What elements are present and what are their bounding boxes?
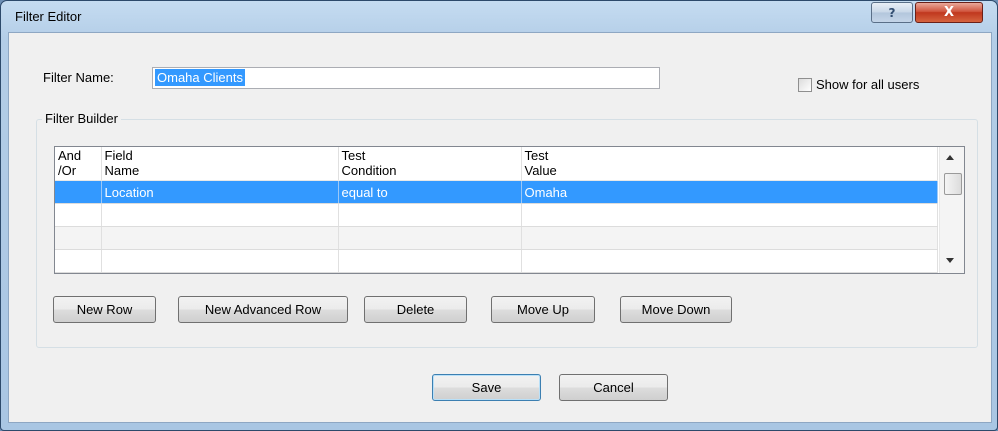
scroll-up-arrow-icon[interactable] <box>946 155 954 160</box>
field-name-cell[interactable] <box>101 226 339 250</box>
delete-button[interactable]: Delete <box>364 296 467 323</box>
column-header-and-or[interactable]: And/Or <box>55 147 102 181</box>
table-row[interactable]: Location equal to Omaha <box>55 180 938 204</box>
title-bar[interactable]: Filter Editor ? X <box>1 1 997 31</box>
test-condition-cell[interactable] <box>338 203 522 227</box>
window-title: Filter Editor <box>15 9 82 24</box>
scroll-down-arrow-icon[interactable] <box>946 258 954 263</box>
filter-name-value: Omaha Clients <box>155 69 245 86</box>
table-row[interactable] <box>55 249 938 273</box>
new-advanced-row-button[interactable]: New Advanced Row <box>178 296 348 323</box>
field-name-cell[interactable] <box>101 249 339 273</box>
test-value-cell[interactable]: Omaha <box>521 180 938 204</box>
grid-header-row: And/Or Field Name Test Condition Test Value <box>55 147 938 181</box>
and-or-cell[interactable] <box>55 249 102 273</box>
test-value-cell[interactable] <box>521 226 938 250</box>
new-row-button[interactable]: New Row <box>53 296 156 323</box>
test-value-cell[interactable] <box>521 249 938 273</box>
help-icon: ? <box>888 5 896 20</box>
dialog-body: Filter Name: Omaha Clients Show for all … <box>8 32 992 423</box>
test-condition-cell[interactable]: equal to <box>338 180 522 204</box>
test-condition-cell[interactable] <box>338 249 522 273</box>
scroll-thumb[interactable] <box>944 173 962 195</box>
column-header-field-name[interactable]: Field Name <box>101 147 339 181</box>
close-button[interactable]: X <box>915 2 983 23</box>
filter-builder-label: Filter Builder <box>42 111 121 126</box>
show-for-all-users-checkbox[interactable] <box>798 78 812 92</box>
move-down-button[interactable]: Move Down <box>620 296 732 323</box>
table-row[interactable] <box>55 226 938 250</box>
filter-name-label: Filter Name: <box>43 70 114 85</box>
test-value-cell[interactable] <box>521 203 938 227</box>
and-or-cell[interactable] <box>55 226 102 250</box>
show-for-all-users-label[interactable]: Show for all users <box>816 77 919 92</box>
field-name-cell[interactable] <box>101 203 339 227</box>
help-button[interactable]: ? <box>871 2 913 23</box>
vertical-scrollbar[interactable] <box>939 147 964 273</box>
table-row[interactable] <box>55 203 938 227</box>
filter-editor-window: Filter Editor ? X Filter Name: Omaha Cli… <box>0 0 998 431</box>
column-header-test-condition[interactable]: Test Condition <box>338 147 522 181</box>
test-condition-cell[interactable] <box>338 226 522 250</box>
save-button[interactable]: Save <box>432 374 541 401</box>
field-name-cell[interactable]: Location <box>101 180 339 204</box>
column-header-test-value[interactable]: Test Value <box>521 147 938 181</box>
move-up-button[interactable]: Move Up <box>491 296 595 323</box>
cancel-button[interactable]: Cancel <box>559 374 668 401</box>
filter-name-input[interactable]: Omaha Clients <box>152 67 660 89</box>
and-or-cell[interactable] <box>55 180 102 204</box>
and-or-cell[interactable] <box>55 203 102 227</box>
filter-table: And/Or Field Name Test Condition Test Value… <box>55 147 938 273</box>
filter-grid[interactable]: And/Or Field Name Test Condition Test Value… <box>54 146 965 274</box>
close-icon: X <box>943 5 955 20</box>
